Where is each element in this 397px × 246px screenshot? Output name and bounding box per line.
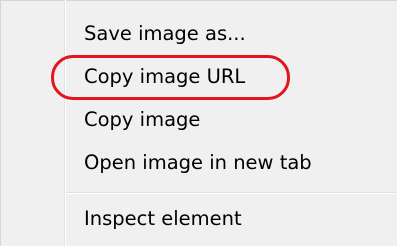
context-menu: Save image as... Copy image URL Copy ima… (0, 0, 397, 246)
icon-gutter-divider-highlight (65, 0, 66, 246)
menu-item-inspect-element[interactable]: Inspect element (84, 207, 242, 231)
menu-separator-highlight (66, 193, 397, 194)
menu-item-copy-image-url[interactable]: Copy image URL (84, 65, 245, 89)
menu-item-save-image-as[interactable]: Save image as... (84, 22, 246, 46)
menu-item-open-image-in-new-tab[interactable]: Open image in new tab (84, 151, 312, 175)
menu-item-copy-image[interactable]: Copy image (84, 108, 200, 132)
